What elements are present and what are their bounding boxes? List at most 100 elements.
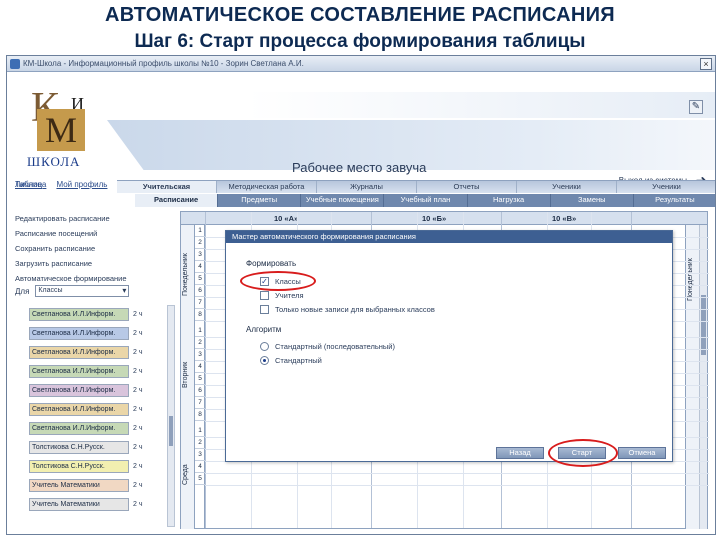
class-column-header: 10 «В» bbox=[552, 214, 577, 223]
teacher-card[interactable]: Светланова И.Л.Информ. bbox=[29, 402, 129, 416]
teacher-card[interactable]: Светланова И.Л.Информ. bbox=[29, 383, 129, 397]
form-section-label: Формировать bbox=[246, 259, 297, 268]
teacher-hours: 2 ч bbox=[133, 443, 143, 451]
grid-column-divider bbox=[205, 212, 206, 528]
edit-icon[interactable]: ✎ bbox=[689, 100, 703, 114]
lesson-number: 5 bbox=[195, 473, 205, 485]
school-logo: К И М ШКОЛА bbox=[27, 84, 91, 174]
checkbox-teachers[interactable]: Учителя bbox=[260, 291, 304, 300]
slide-subtitle: Шаг 6: Старт процесса формирования табли… bbox=[134, 31, 586, 52]
dialog-title: Мастер автоматического формирования расп… bbox=[226, 231, 672, 243]
lesson-number: 8 bbox=[195, 409, 205, 421]
sidebar: Редактировать расписание Расписание посещ… bbox=[13, 211, 175, 531]
teacher-row: Светланова И.Л.Информ. 2 ч bbox=[29, 324, 161, 342]
tab-4[interactable]: Ученики bbox=[517, 181, 617, 193]
lesson-number: 6 bbox=[195, 285, 205, 297]
close-icon[interactable]: × bbox=[700, 58, 712, 70]
class-filter: Для Классы bbox=[15, 285, 130, 297]
teacher-card[interactable]: Толстикова С.Н.Русск. bbox=[29, 459, 129, 473]
link-profile[interactable]: Мой профиль bbox=[56, 180, 107, 189]
grid-scrollbar[interactable] bbox=[699, 225, 707, 529]
subtab-0[interactable]: Расписание bbox=[135, 194, 219, 207]
algorithm-section-label: Алгоритм bbox=[246, 325, 282, 334]
tab-3[interactable]: Отчеты bbox=[417, 181, 517, 193]
grid-header: 10 «А» 10 «Б» 10 «В» bbox=[181, 212, 707, 225]
radio-standard[interactable]: Стандартный bbox=[260, 356, 322, 365]
day-label: Понедельник bbox=[182, 253, 189, 297]
lesson-number-column: 123456781234567812345 bbox=[195, 225, 205, 529]
checkbox-teachers-box[interactable] bbox=[260, 291, 269, 300]
sub-tabs: Расписание Предметы Учебные помещения Учебн… bbox=[135, 194, 715, 207]
subtab-2[interactable]: Учебные помещения bbox=[301, 194, 385, 207]
tab-2[interactable]: Журналы bbox=[317, 181, 417, 193]
lesson-number: 4 bbox=[195, 361, 205, 373]
lesson-number: 4 bbox=[195, 461, 205, 473]
subtab-5[interactable]: Замены bbox=[551, 194, 634, 207]
teacher-card[interactable]: Светланова И.Л.Информ. bbox=[29, 364, 129, 378]
subtab-3[interactable]: Учебный план bbox=[384, 194, 468, 207]
subtab-1[interactable]: Предметы bbox=[218, 194, 302, 207]
lesson-number: 4 bbox=[195, 261, 205, 273]
teacher-hours: 2 ч bbox=[133, 329, 143, 337]
back-button[interactable]: Назад bbox=[496, 447, 544, 459]
checkbox-new-only-box[interactable] bbox=[260, 305, 269, 314]
tab-1[interactable]: Методическая работа bbox=[217, 181, 317, 193]
radio-standard-label: Стандартный bbox=[275, 356, 322, 365]
teacher-hours: 2 ч bbox=[133, 424, 143, 432]
cancel-button[interactable]: Отмена bbox=[618, 447, 666, 459]
grid-row-line bbox=[205, 473, 709, 474]
lesson-number: 6 bbox=[195, 385, 205, 397]
teacher-row: Светланова И.Л.Информ. 2 ч bbox=[29, 362, 161, 380]
sidebar-menu-item[interactable]: Редактировать расписание bbox=[13, 211, 173, 226]
sidebar-menu-item[interactable]: Расписание посещений bbox=[13, 226, 173, 241]
teacher-list-scrollbar[interactable] bbox=[167, 305, 175, 527]
sidebar-menu-item[interactable]: Автоматическое формирование bbox=[13, 271, 173, 286]
highlight-ring-classes bbox=[240, 271, 316, 291]
teacher-hours: 2 ч bbox=[133, 386, 143, 394]
radio-standard-sequential-dot[interactable] bbox=[260, 342, 269, 351]
sidebar-menu-item[interactable]: Загрузить расписание bbox=[13, 256, 173, 271]
lesson-number: 7 bbox=[195, 397, 205, 409]
lesson-number: 1 bbox=[195, 225, 205, 237]
class-select[interactable]: Классы bbox=[35, 285, 130, 297]
teacher-card[interactable]: Учитель Математики bbox=[29, 478, 129, 492]
sidebar-menu-item[interactable]: Сохранить расписание bbox=[13, 241, 173, 256]
teacher-hours: 2 ч bbox=[133, 310, 143, 318]
teacher-row: Светланова И.Л.Информ. 2 ч bbox=[29, 419, 161, 437]
lesson-number: 5 bbox=[195, 273, 205, 285]
page-title: Рабочее место завуча bbox=[292, 160, 427, 175]
logo-text: ШКОЛА bbox=[27, 154, 81, 169]
teacher-hours: 2 ч bbox=[133, 348, 143, 356]
main-tabs: Учительская Методическая работа Журналы Отч… bbox=[117, 180, 715, 193]
teacher-card[interactable]: Толстикова С.Н.Русск. bbox=[29, 440, 129, 454]
teacher-card[interactable]: Светланова И.Л.Информ. bbox=[29, 345, 129, 359]
subtab-6[interactable]: Результаты bbox=[634, 194, 715, 207]
highlight-ring-start bbox=[548, 439, 618, 467]
day-column-right: Понедельник bbox=[685, 225, 699, 529]
teacher-hours: 2 ч bbox=[133, 481, 143, 489]
class-column-header: 10 «Б» bbox=[422, 214, 447, 223]
tab-5[interactable]: Ученики bbox=[617, 181, 715, 193]
teacher-card[interactable]: Светланова И.Л.Информ. bbox=[29, 421, 129, 435]
teacher-card[interactable]: Светланова И.Л.Информ. bbox=[29, 326, 129, 340]
window-titlebar: КМ-Школа - Информационный профиль школы … bbox=[7, 56, 715, 72]
auto-schedule-dialog: Мастер автоматического формирования расп… bbox=[225, 230, 673, 467]
teacher-card[interactable]: Учитель Математики bbox=[29, 497, 129, 511]
radio-standard-sequential[interactable]: Стандартный (последовательный) bbox=[260, 342, 395, 351]
teacher-card[interactable]: Светланова И.Л.Информ. bbox=[29, 307, 129, 321]
header-band-top bbox=[247, 92, 715, 118]
subtab-4[interactable]: Нагрузка bbox=[468, 194, 551, 207]
lesson-number: 8 bbox=[195, 309, 205, 321]
teacher-row: Светланова И.Л.Информ. 2 ч bbox=[29, 305, 161, 323]
teacher-row: Светланова И.Л.Информ. 2 ч bbox=[29, 400, 161, 418]
slide-title: АВТОМАТИЧЕСКОЕ СОСТАВЛЕНИЕ РАСПИСАНИЯ bbox=[105, 4, 615, 26]
class-column-header: 10 «А» bbox=[274, 214, 299, 223]
radio-standard-sequential-label: Стандартный (последовательный) bbox=[275, 342, 395, 351]
tab-0[interactable]: Учительская bbox=[117, 181, 217, 193]
teacher-row: Светланова И.Л.Информ. 2 ч bbox=[29, 381, 161, 399]
radio-standard-dot[interactable] bbox=[260, 356, 269, 365]
link-table[interactable]: Таблица bbox=[15, 180, 46, 189]
lesson-number: 3 bbox=[195, 449, 205, 461]
checkbox-new-only[interactable]: Только новые записи для выбранных классо… bbox=[260, 305, 435, 314]
teacher-row: Учитель Математики 2 ч bbox=[29, 476, 161, 494]
